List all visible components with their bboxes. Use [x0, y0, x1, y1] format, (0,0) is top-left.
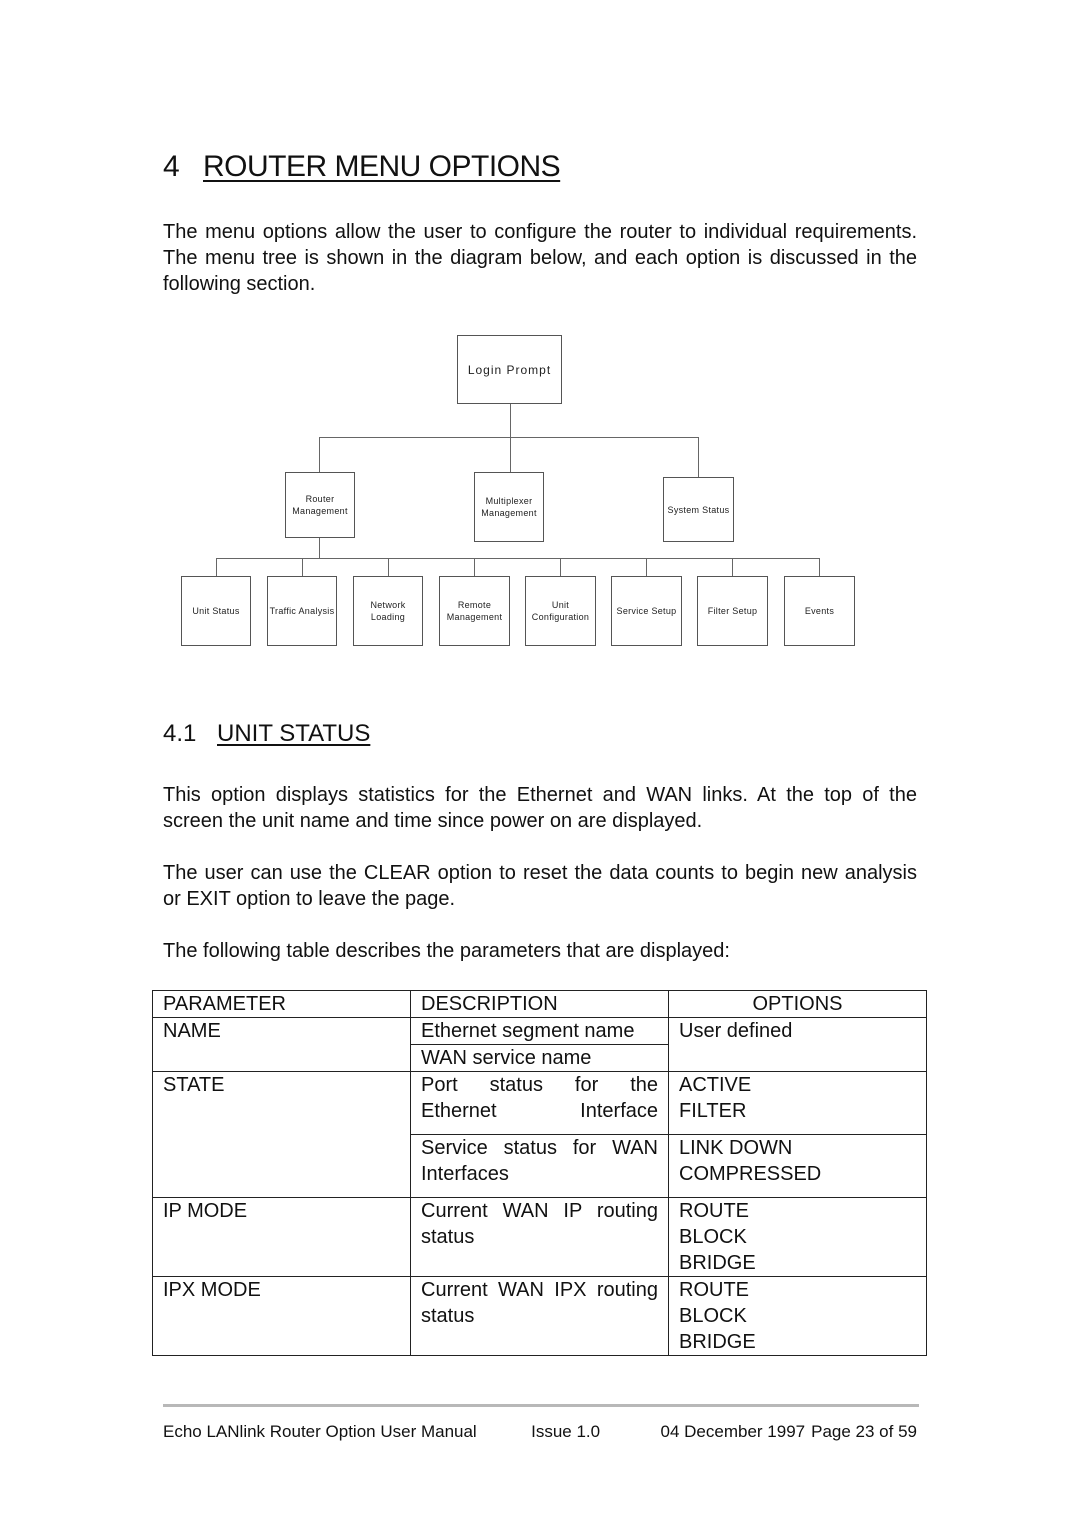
node-service-setup: Service Setup: [611, 576, 682, 646]
node-remote-management: Remote Management: [439, 576, 510, 646]
footer-issue: Issue 1.0: [531, 1422, 601, 1441]
node-login-prompt: Login Prompt: [457, 335, 562, 404]
paragraph: The following table describes the parame…: [163, 940, 730, 962]
parameters-table: PARAMETER DESCRIPTION OPTIONS NAME Ether…: [152, 990, 927, 1356]
connector-line: [560, 558, 561, 576]
page-footer: Echo LANlink Router Option User Manual I…: [163, 1422, 917, 1442]
connector-line: [646, 558, 647, 576]
cell-options: ROUTE BLOCK BRIDGE: [668, 1276, 927, 1356]
table-row: IP MODE Current WAN IP routing status RO…: [152, 1197, 927, 1277]
connector-line: [388, 558, 389, 576]
subsection-title: UNIT STATUS: [217, 720, 371, 747]
option-value: BLOCK: [679, 1305, 747, 1327]
paragraph: This option displays statistics for the …: [163, 784, 917, 832]
connector-line: [474, 558, 475, 576]
option-value: BRIDGE: [679, 1331, 756, 1353]
option-value: ACTIVE: [679, 1074, 752, 1096]
node-traffic-analysis: Traffic Analysis: [267, 576, 337, 646]
table-row: NAME Ethernet segment name User defined: [152, 1017, 927, 1072]
section-number: 4: [163, 150, 180, 183]
node-unit-configuration: Unit Configuration: [525, 576, 596, 646]
cell-description: Port status for the Ethernet Interface: [410, 1071, 669, 1135]
node-network-loading: Network Loading: [353, 576, 423, 646]
cell-parameter: NAME: [152, 1017, 411, 1072]
connector-line: [698, 437, 699, 477]
connector-line: [302, 558, 303, 576]
connector-line: [319, 437, 699, 438]
option-value: BRIDGE: [679, 1252, 756, 1274]
cell-description: Current WAN IP routing status: [410, 1197, 669, 1277]
section-heading: 4 ROUTER MENU OPTIONS: [163, 150, 561, 184]
connector-line: [732, 558, 733, 576]
connector-line: [510, 437, 511, 472]
footer-divider: [163, 1404, 919, 1407]
option-value: User defined: [679, 1020, 793, 1042]
option-value: ROUTE: [679, 1279, 749, 1301]
cell-parameter: IP MODE: [152, 1197, 411, 1277]
footer-manual-title: Echo LANlink Router Option User Manual: [163, 1422, 477, 1441]
node-multiplexer-management: Multiplexer Management: [474, 472, 544, 542]
option-value: COMPRESSED: [679, 1163, 822, 1185]
connector-line: [510, 404, 511, 438]
footer-page-number: Page 23 of 59: [811, 1422, 917, 1441]
option-value: LINK DOWN: [679, 1137, 793, 1159]
cell-options: ACTIVE FILTER: [668, 1071, 927, 1135]
section-intro: The menu options allow the user to confi…: [163, 221, 917, 295]
subsection-number: 4.1: [163, 720, 197, 747]
node-router-management: Router Management: [285, 472, 355, 538]
header-parameter: PARAMETER: [152, 990, 411, 1018]
footer-date-page: 04 December 1997 Page 23 of 59: [655, 1422, 917, 1442]
node-events: Events: [784, 576, 855, 646]
cell-description: Ethernet segment name: [410, 1017, 669, 1045]
table-row: IPX MODE Current WAN IPX routing status …: [152, 1276, 927, 1356]
option-value: BLOCK: [679, 1226, 747, 1248]
cell-description: Service status for WAN Interfaces: [410, 1134, 669, 1198]
header-options: OPTIONS: [668, 990, 927, 1018]
node-system-status: System Status: [663, 477, 734, 542]
connector-line: [216, 558, 820, 559]
header-description: DESCRIPTION: [410, 990, 669, 1018]
connector-line: [819, 558, 820, 576]
cell-options: User defined: [668, 1017, 927, 1072]
node-filter-setup: Filter Setup: [697, 576, 768, 646]
option-value: FILTER: [679, 1100, 747, 1122]
connector-line: [216, 558, 217, 576]
cell-options: LINK DOWN COMPRESSED: [668, 1134, 927, 1198]
cell-options: ROUTE BLOCK BRIDGE: [668, 1197, 927, 1277]
option-value: ROUTE: [679, 1200, 749, 1222]
table-header-row: PARAMETER DESCRIPTION OPTIONS: [152, 990, 927, 1018]
cell-description: WAN service name: [410, 1044, 669, 1072]
table-row: STATE Port status for the Ethernet Inter…: [152, 1071, 927, 1198]
subsection-heading: 4.1 UNIT STATUS: [163, 720, 370, 748]
connector-line: [319, 538, 320, 559]
node-unit-status: Unit Status: [181, 576, 251, 646]
footer-date: 04 December 1997: [660, 1422, 806, 1441]
cell-parameter: IPX MODE: [152, 1276, 411, 1356]
paragraph: The user can use the CLEAR option to res…: [163, 862, 917, 910]
cell-parameter: STATE: [152, 1071, 411, 1198]
cell-description: Current WAN IPX routing status: [410, 1276, 669, 1356]
connector-line: [319, 437, 320, 472]
section-title: ROUTER MENU OPTIONS: [203, 150, 561, 183]
